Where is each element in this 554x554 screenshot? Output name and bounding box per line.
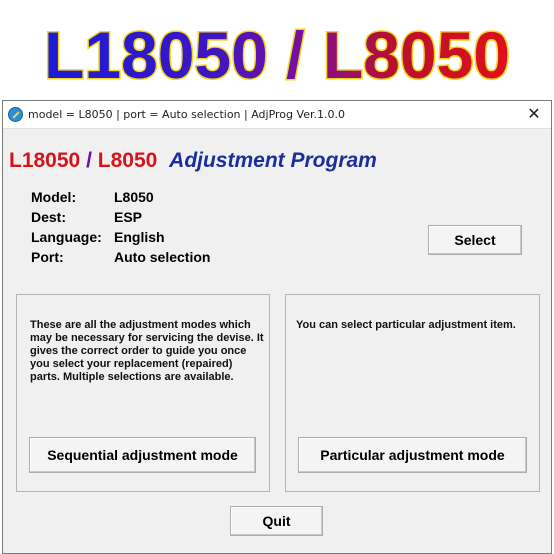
window-titlebar[interactable]: model = L8050 | port = Auto selection | …: [3, 101, 551, 129]
info-key: Model:: [31, 189, 77, 205]
info-model: Model: L8050: [31, 189, 154, 205]
particular-panel: You can select particular adjustment ite…: [285, 294, 540, 492]
info-key: Port:: [31, 249, 64, 265]
info-key: Language:: [31, 229, 102, 245]
title-model-a: L18050: [9, 149, 81, 172]
program-title: L18050 / L8050 Adjustment Program: [9, 149, 377, 173]
info-value: ESP: [114, 209, 143, 225]
window-title: model = L8050 | port = Auto selection | …: [28, 108, 345, 121]
particular-mode-button[interactable]: Particular adjustment mode: [298, 437, 527, 473]
select-button[interactable]: Select: [428, 225, 522, 255]
quit-button[interactable]: Quit: [230, 506, 323, 536]
sequential-mode-button[interactable]: Sequential adjustment mode: [29, 437, 256, 473]
info-language: Language: English: [31, 229, 165, 245]
particular-description: You can select particular adjustment ite…: [296, 319, 516, 331]
info-value: L8050: [114, 189, 154, 205]
info-port: Port: Auto selection: [31, 249, 210, 265]
sequential-description: These are all the adjustment modes which…: [30, 319, 264, 383]
info-value: Auto selection: [114, 249, 211, 265]
banner-heading: L18050 / L8050: [43, 17, 512, 94]
info-value: English: [114, 229, 165, 245]
close-icon[interactable]: ✕: [523, 104, 545, 126]
app-icon: [8, 107, 23, 122]
adjprog-window: model = L8050 | port = Auto selection | …: [2, 100, 552, 554]
promo-banner: L18050 / L8050: [0, 0, 554, 96]
sequential-panel: These are all the adjustment modes which…: [16, 294, 270, 492]
title-separator: /: [86, 149, 92, 172]
title-model-b: L8050: [97, 149, 158, 172]
info-key: Dest:: [31, 209, 67, 225]
title-subtitle: Adjustment Program: [169, 149, 377, 172]
banner-text: L18050 / L8050: [44, 18, 510, 92]
info-dest: Dest: ESP: [31, 209, 142, 225]
